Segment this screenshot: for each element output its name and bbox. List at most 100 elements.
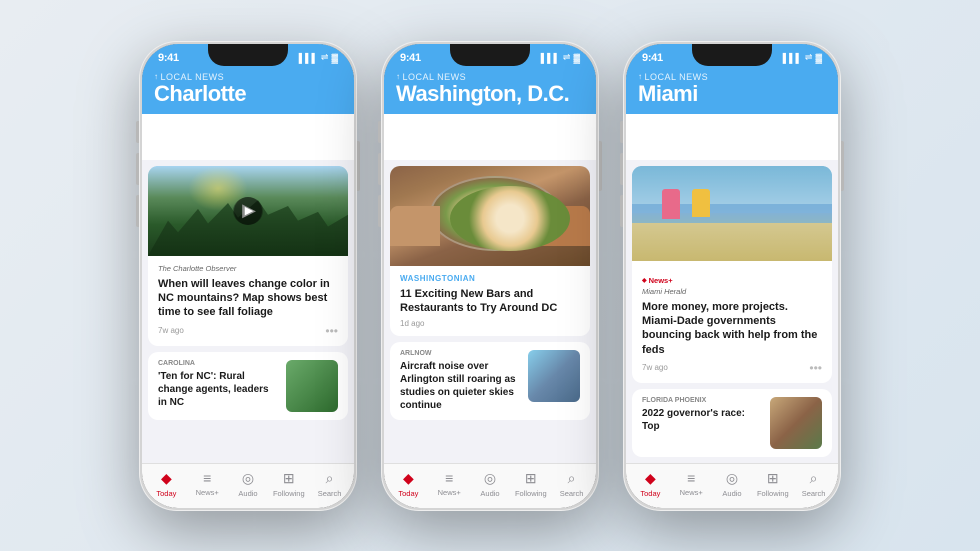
battery-icon-miami: ▓ [815,53,822,63]
following-icon-miami: ⊞ [767,470,779,487]
tab-following-charlotte[interactable]: ⊞ Following [268,470,309,498]
tab-search-miami[interactable]: ⌕ Search [793,470,834,498]
article-title-dc: 11 Exciting New Bars and Restaurants to … [400,287,580,316]
phone-screen-miami: 9:41 ▌▌▌ ⇌ ▓ LOCAL NEWS Miami ••• [626,44,838,508]
weather-info-miami: Mostly Cloudy H: 66° L: 55° [646,123,731,142]
status-icons-dc: ▌▌▌ ⇌ ▓ [541,52,580,63]
secondary-article-dc[interactable]: ARLnow Aircraft noise over Arlington sti… [390,342,590,420]
article-image-dc [390,166,590,266]
main-article-card-charlotte[interactable]: ▶ The Charlotte Observer When will leave… [148,166,348,346]
status-icons-charlotte: ▌▌▌ ⇌ ▓ [299,52,338,63]
status-time-miami: 9:41 [642,52,663,64]
phone-dc: 9:41 ▌▌▌ ⇌ ▓ LOCAL NEWS Washington, D.C.… [381,41,599,511]
silent-button-miami [620,121,623,143]
power-button [357,141,360,191]
wifi-icon: ⇌ [321,52,329,63]
secondary-source-charlotte: CAROLINA [158,360,278,367]
today-icon-dc: ◆ [403,470,414,487]
article-more-miami[interactable]: ••• [809,361,822,375]
newsplus-label-dc: News+ [438,488,461,497]
search-label-dc: Search [560,489,584,498]
florida-image [770,397,822,449]
battery-icon: ▓ [331,53,338,63]
phone-screen-charlotte: 9:41 ▌▌▌ ⇌ ▓ LOCAL NEWS Charlotte ••• [142,44,354,508]
main-scene: 9:41 ▌▌▌ ⇌ ▓ LOCAL NEWS Charlotte ••• [0,0,980,551]
cloud-icon-dc [404,125,426,141]
article-body-miami: News+ Miami Herald More money, more proj… [632,261,832,383]
more-button-charlotte[interactable]: ••• [327,112,342,128]
tab-today-charlotte[interactable]: ◆ Today [146,470,187,498]
miami-sand [632,223,832,261]
main-article-card-dc[interactable]: WASHINGTONIAN 11 Exciting New Bars and R… [390,166,590,337]
app-header-dc: LOCAL NEWS Washington, D.C. ••• [384,68,596,114]
newsplus-label-miami: News+ [680,488,703,497]
city-name-dc: Washington, D.C. [396,82,584,106]
following-icon-charlotte: ⊞ [283,470,295,487]
screen-content-miami: 9:41 ▌▌▌ ⇌ ▓ LOCAL NEWS Miami ••• [626,44,838,508]
cloud-icon-charlotte [162,125,184,141]
local-news-label-dc: LOCAL NEWS [396,72,584,82]
newsplus-badge-miami: News+ [642,276,673,285]
weather-desc-dc: Mostly Cloudy H: 66° L: 55° [432,123,489,142]
tab-following-miami[interactable]: ⊞ Following [752,470,793,498]
tab-audio-dc[interactable]: ◎ Audio [470,470,511,498]
secondary-article-miami[interactable]: FLORIDA PHOENIX 2022 governor's race: To… [632,389,832,457]
status-time-dc: 9:41 [400,52,421,64]
screen-content-charlotte: 9:41 ▌▌▌ ⇌ ▓ LOCAL NEWS Charlotte ••• [142,44,354,508]
tab-newsplus-charlotte[interactable]: ≡ News+ [187,470,228,498]
arlington-image [528,350,580,402]
following-label-miami: Following [757,489,789,498]
secondary-article-charlotte[interactable]: CAROLINA 'Ten for NC': Rural change agen… [148,352,348,420]
beach-hut-yellow [692,189,710,217]
volume-up-button [136,153,139,185]
more-button-dc[interactable]: ••• [569,112,584,128]
article-more-charlotte[interactable]: ••• [325,324,338,338]
tab-audio-miami[interactable]: ◎ Audio [712,470,753,498]
article-meta-dc: 1d ago [400,319,580,328]
secondary-image-dc [528,350,580,402]
tab-newsplus-dc[interactable]: ≡ News+ [429,470,470,498]
cloud-icon-miami [646,125,668,141]
phone-charlotte: 9:41 ▌▌▌ ⇌ ▓ LOCAL NEWS Charlotte ••• [139,41,357,511]
tab-search-charlotte[interactable]: ⌕ Search [309,470,350,498]
today-icon-miami: ◆ [645,470,656,487]
search-icon-miami: ⌕ [810,470,818,487]
play-button-charlotte[interactable]: ▶ [234,197,262,225]
tab-audio-charlotte[interactable]: ◎ Audio [228,470,269,498]
content-miami: News+ Miami Herald More money, more proj… [626,160,838,463]
tab-following-dc[interactable]: ⊞ Following [510,470,551,498]
volume-down-button-miami [620,195,623,227]
tab-bar-dc: ◆ Today ≡ News+ ◎ Audio ⊞ Following [384,463,596,508]
tab-today-dc[interactable]: ◆ Today [388,470,429,498]
search-label-charlotte: Search [318,489,342,498]
status-time-charlotte: 9:41 [158,52,179,64]
audio-label-charlotte: Audio [238,489,257,498]
tab-search-dc[interactable]: ⌕ Search [551,470,592,498]
article-body-charlotte: The Charlotte Observer When will leaves … [148,256,348,346]
tab-today-miami[interactable]: ◆ Today [630,470,671,498]
newsplus-icon-miami: ≡ [687,470,695,486]
signal-icon-miami: ▌▌▌ [783,53,802,63]
article-title-miami: More money, more projects. Miami-Dade go… [642,300,822,357]
secondary-source-dc: ARLnow [400,350,520,357]
secondary-title-charlotte: 'Ten for NC': Rural change agents, leade… [158,370,278,409]
volume-down-button-dc [378,195,381,227]
tab-bar-miami: ◆ Today ≡ News+ ◎ Audio ⊞ Following [626,463,838,508]
food-bowl [430,176,560,251]
carolina-image [286,360,338,412]
weather-widget-dc: Mostly Cloudy H: 66° L: 55° 61° [394,114,586,152]
tab-newsplus-miami[interactable]: ≡ News+ [671,470,712,498]
hands-left [390,206,440,246]
secondary-content-miami: FLORIDA PHOENIX 2022 governor's race: To… [642,397,762,433]
article-source-miami: Miami Herald [642,287,822,296]
local-news-label-charlotte: LOCAL NEWS [154,72,342,82]
more-button-miami[interactable]: ••• [811,112,826,128]
audio-icon-miami: ◎ [726,470,738,487]
wifi-icon-dc: ⇌ [563,52,571,63]
volume-up-button-miami [620,153,623,185]
article-body-dc: WASHINGTONIAN 11 Exciting New Bars and R… [390,266,590,337]
status-icons-miami: ▌▌▌ ⇌ ▓ [783,52,822,63]
main-article-card-miami[interactable]: News+ Miami Herald More money, more proj… [632,166,832,383]
following-icon-dc: ⊞ [525,470,537,487]
secondary-title-dc: Aircraft noise over Arlington still roar… [400,360,520,412]
